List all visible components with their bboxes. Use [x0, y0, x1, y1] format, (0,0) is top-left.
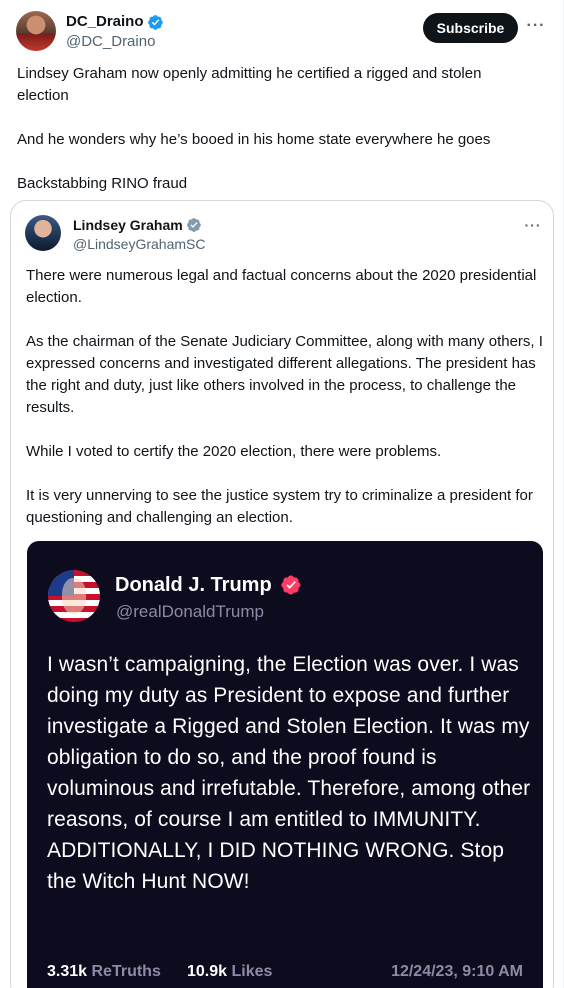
quoted-more-options-icon[interactable]: ···	[523, 215, 543, 235]
retruths-label: ReTruths	[91, 963, 161, 980]
quoted-author-handle[interactable]: @LindseyGrahamSC	[73, 235, 206, 253]
quoted-tweet[interactable]: Lindsey Graham @LindseyGrahamSC ··· Ther…	[10, 200, 554, 988]
tweet-text: Lindsey Graham now openly admitting he c…	[17, 63, 537, 195]
tweet: DC_Draino @DC_Draino Subscribe ··· Linds…	[0, 0, 564, 988]
tweet-paragraph: And he wonders why he’s booed in his hom…	[17, 131, 491, 148]
more-options-icon[interactable]: ···	[524, 14, 548, 38]
embedded-post-date: 12/24/23, 9:10 AM	[391, 963, 523, 980]
quoted-author-avatar[interactable]	[25, 215, 61, 251]
quoted-author-info[interactable]: Lindsey Graham @LindseyGrahamSC	[73, 216, 206, 253]
subscribe-button[interactable]: Subscribe	[423, 13, 518, 43]
verified-badge-icon	[147, 14, 163, 30]
likes-count: 10.9k	[187, 963, 228, 980]
quoted-paragraph: While I voted to certify the 2020 electi…	[26, 443, 442, 460]
embedded-verified-badge-icon	[281, 575, 301, 595]
retruths-stat: 3.31k ReTruths	[47, 961, 161, 983]
quoted-author-name[interactable]: Lindsey Graham	[73, 216, 183, 234]
quoted-paragraph: There were numerous legal and factual co…	[26, 267, 537, 306]
embedded-author-handle: @realDonaldTrump	[116, 602, 264, 621]
author-info[interactable]: DC_Draino @DC_Draino	[66, 13, 164, 52]
author-handle[interactable]: @DC_Draino	[66, 32, 164, 52]
quoted-paragraph: As the chairman of the Senate Judiciary …	[26, 333, 543, 416]
government-badge-icon	[186, 218, 201, 232]
quoted-paragraph: It is very unnerving to see the justice …	[26, 487, 533, 526]
embedded-author-avatar	[48, 570, 100, 622]
embedded-author-name: Donald J. Trump	[115, 574, 272, 596]
embedded-post-body: I wasn’t campaigning, the Election was o…	[47, 653, 531, 893]
tweet-paragraph: Backstabbing RINO fraud	[17, 175, 188, 192]
likes-stat: 10.9k Likes	[187, 961, 272, 983]
author-name[interactable]: DC_Draino	[66, 13, 144, 31]
tweet-paragraph: Lindsey Graham now openly admitting he c…	[17, 65, 482, 104]
embedded-stats: 3.31k ReTruths 10.9k Likes 12/24/23, 9:1…	[47, 961, 523, 983]
likes-label: Likes	[231, 963, 273, 980]
quoted-tweet-text: There were numerous legal and factual co…	[26, 265, 546, 529]
author-avatar[interactable]	[16, 11, 56, 51]
retruths-count: 3.31k	[47, 963, 88, 980]
embedded-image[interactable]: Donald J. Trump @realDonaldTrump I wasn’…	[27, 541, 543, 988]
